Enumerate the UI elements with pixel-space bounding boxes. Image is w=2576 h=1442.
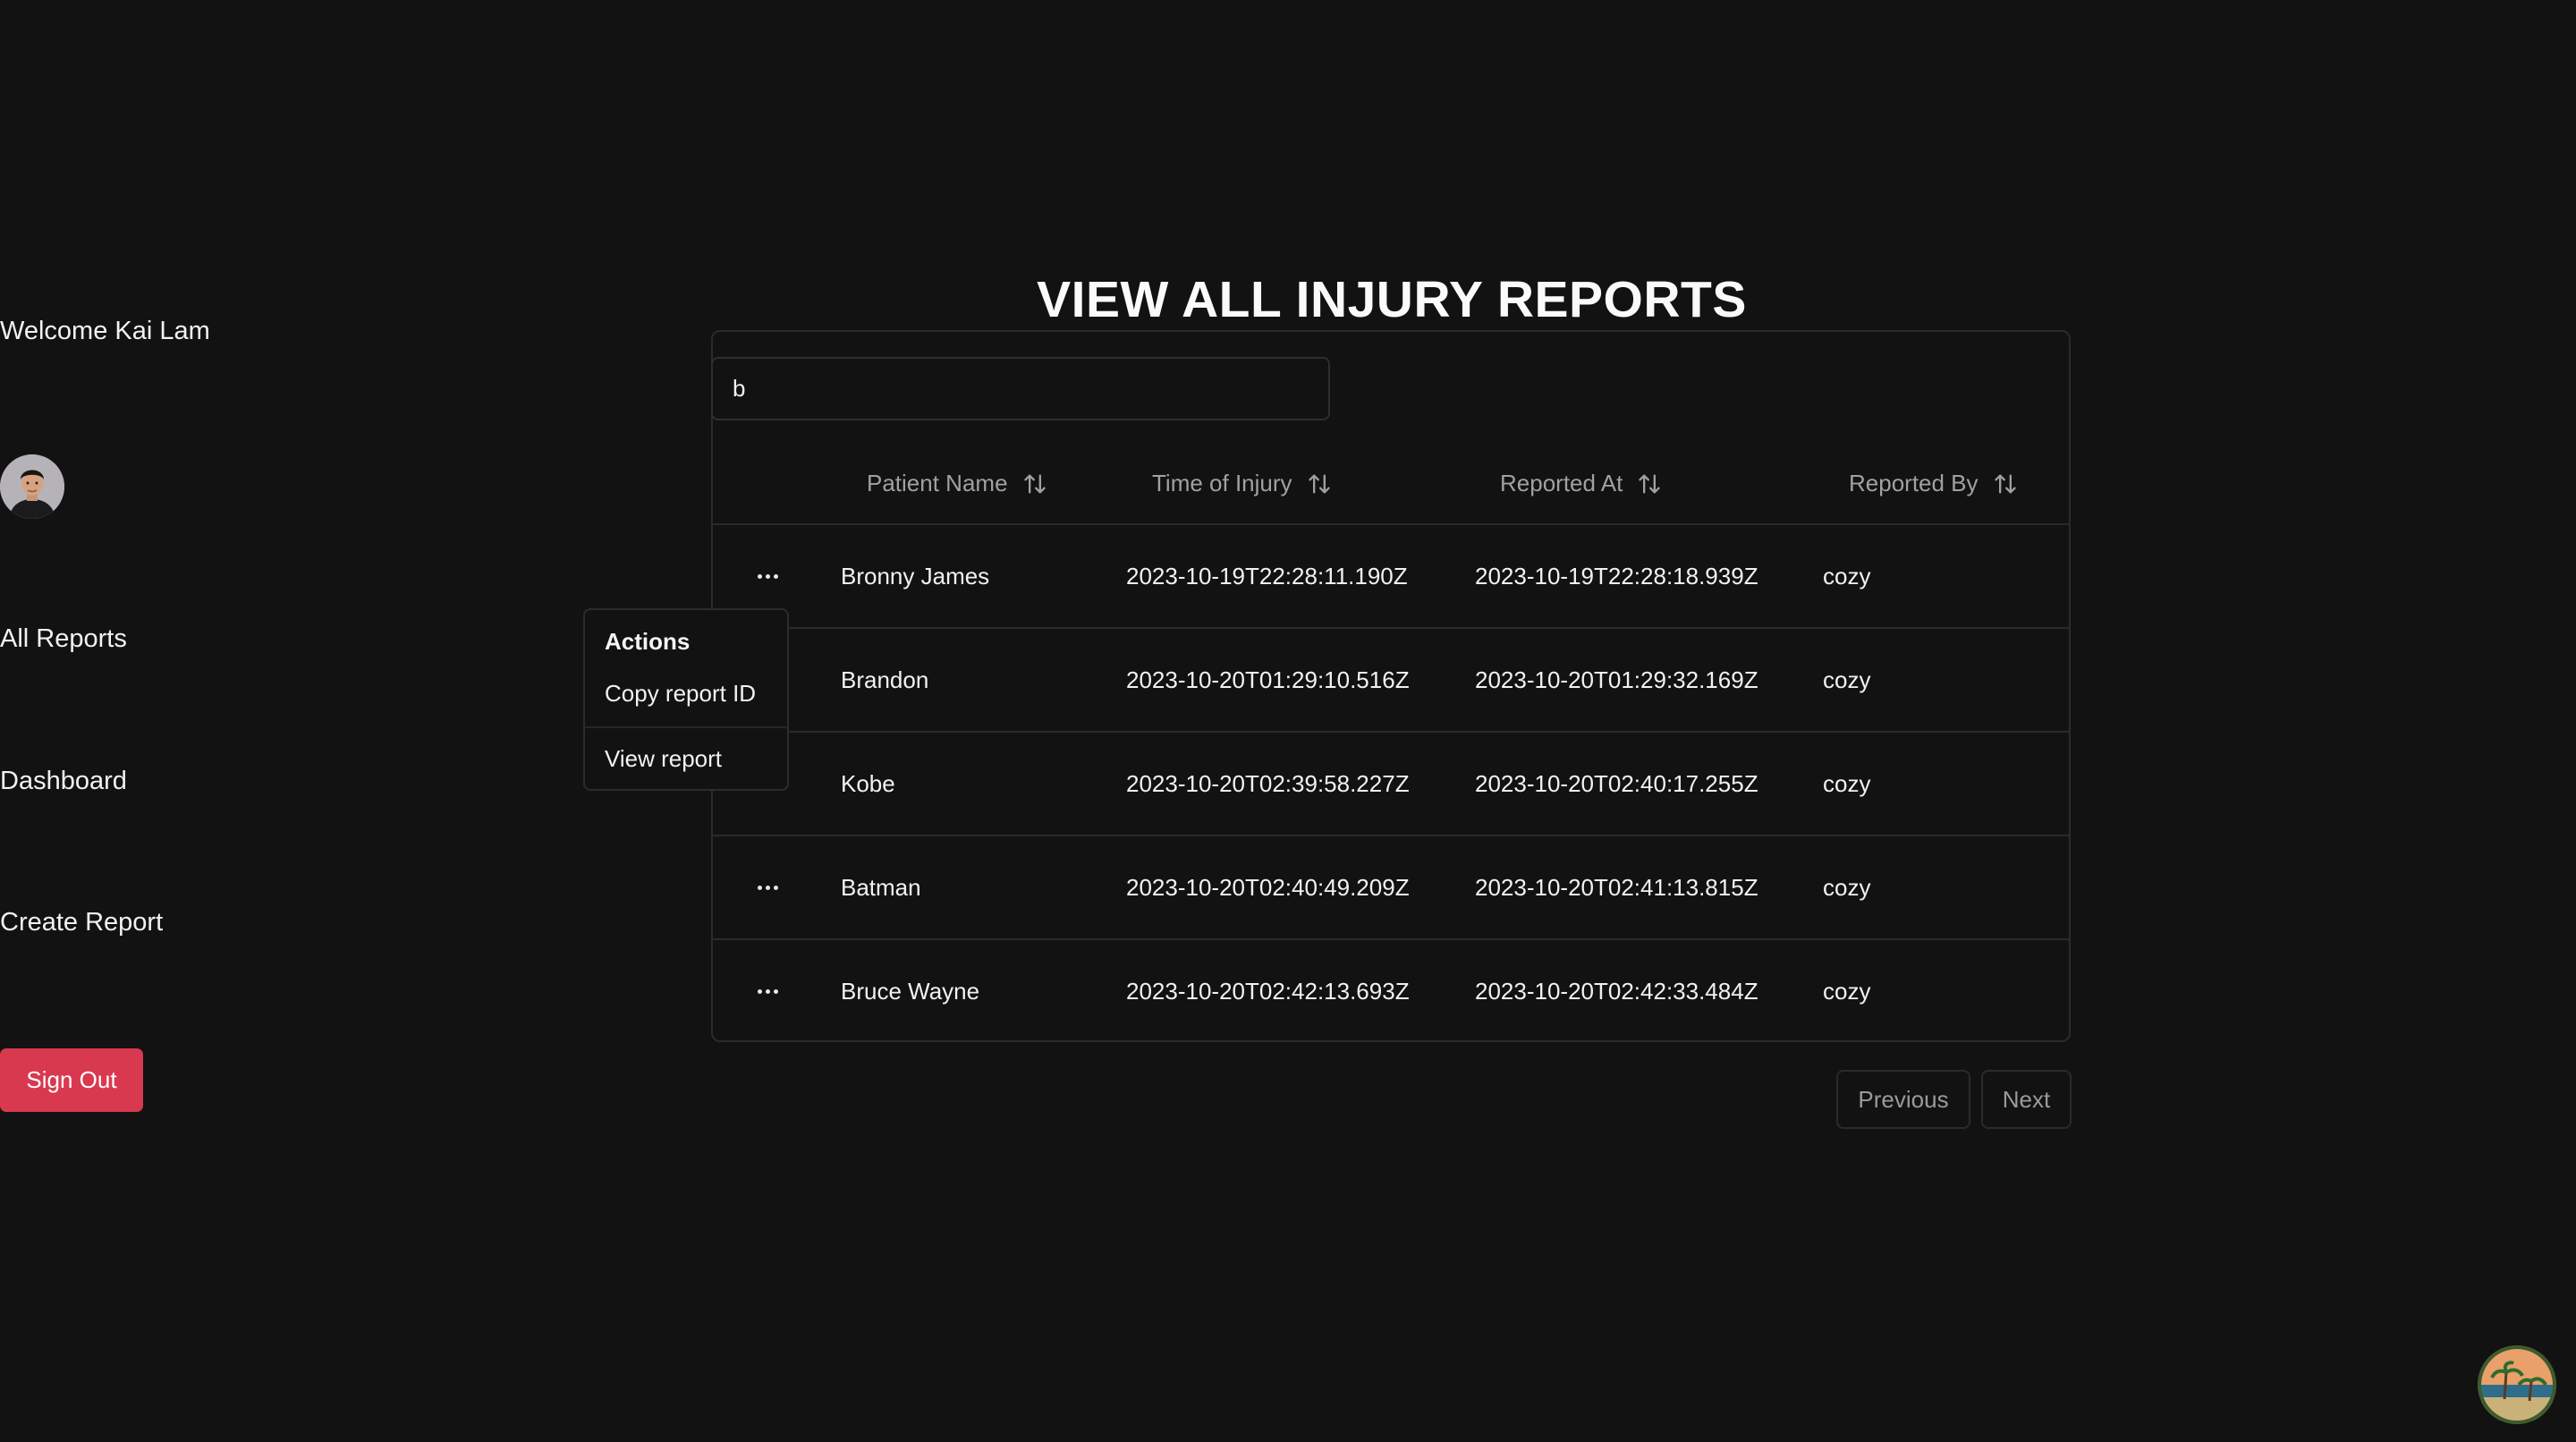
cell-time-of-injury: 2023-10-20T02:42:13.693Z (1126, 978, 1410, 1005)
corner-avatar-icon[interactable] (2478, 1345, 2556, 1424)
nav-create-report[interactable]: Create Report (0, 908, 163, 937)
cell-reported-at: 2023-10-20T01:29:32.169Z (1475, 666, 1758, 693)
table-row: Brandon 2023-10-20T01:29:10.516Z 2023-10… (713, 629, 2069, 731)
copy-report-id-item[interactable]: Copy report ID (605, 680, 756, 708)
table-row: Batman 2023-10-20T02:40:49.209Z 2023-10-… (713, 836, 2069, 938)
cell-reported-by: cozy (1823, 874, 1871, 901)
table-row: Bronny James 2023-10-19T22:28:11.190Z 20… (713, 525, 2069, 627)
cell-reported-at: 2023-10-20T02:40:17.255Z (1475, 770, 1758, 797)
column-header-time-of-injury[interactable]: Time of Injury (1152, 470, 1332, 497)
row-actions-ellipsis-icon[interactable] (748, 972, 787, 1010)
cell-patient-name: Batman (841, 874, 921, 901)
cell-reported-by: cozy (1823, 978, 1871, 1005)
sort-icon (1994, 474, 2016, 493)
row-actions-ellipsis-icon[interactable] (748, 557, 787, 595)
cell-reported-by: cozy (1823, 563, 1871, 590)
column-header-reported-by[interactable]: Reported By (1849, 470, 2018, 497)
nav-dashboard[interactable]: Dashboard (0, 767, 127, 796)
cell-reported-at: 2023-10-19T22:28:18.939Z (1475, 563, 1758, 590)
sort-icon (1023, 474, 1046, 493)
cell-reported-at: 2023-10-20T02:42:33.484Z (1475, 978, 1758, 1005)
search-input[interactable] (711, 357, 1330, 420)
column-header-label: Reported At (1500, 470, 1623, 496)
view-report-item[interactable]: View report (605, 745, 722, 773)
row-actions-ellipsis-icon[interactable] (748, 869, 787, 906)
cell-time-of-injury: 2023-10-20T02:40:49.209Z (1126, 874, 1410, 901)
user-avatar[interactable] (0, 454, 64, 519)
actions-dropdown-menu: Actions Copy report ID View report (583, 608, 789, 791)
cell-patient-name: Bronny James (841, 563, 990, 590)
menu-separator (585, 726, 787, 728)
column-header-label: Time of Injury (1152, 470, 1292, 496)
next-page-button[interactable]: Next (1981, 1070, 2072, 1129)
cell-reported-at: 2023-10-20T02:41:13.815Z (1475, 874, 1758, 901)
actions-menu-title: Actions (605, 628, 691, 655)
sort-icon (1639, 474, 1660, 493)
cell-time-of-injury: 2023-10-20T01:29:10.516Z (1126, 666, 1410, 693)
cell-patient-name: Bruce Wayne (841, 978, 980, 1005)
column-header-reported-at[interactable]: Reported At (1500, 470, 1662, 497)
cell-reported-by: cozy (1823, 666, 1871, 693)
cell-time-of-injury: 2023-10-20T02:39:58.227Z (1126, 770, 1410, 797)
cell-patient-name: Kobe (841, 770, 895, 797)
sort-icon (1308, 474, 1330, 493)
nav-all-reports[interactable]: All Reports (0, 624, 127, 654)
cell-patient-name: Brandon (841, 666, 929, 693)
cell-time-of-injury: 2023-10-19T22:28:11.190Z (1126, 563, 1408, 590)
column-header-label: Reported By (1849, 470, 1979, 496)
table-row: Bruce Wayne 2023-10-20T02:42:13.693Z 202… (713, 940, 2069, 1042)
page-title: VIEW ALL INJURY REPORTS (1037, 271, 1747, 328)
cell-reported-by: cozy (1823, 770, 1871, 797)
column-header-label: Patient Name (867, 470, 1008, 496)
sign-out-button[interactable]: Sign Out (0, 1048, 143, 1112)
column-header-patient-name[interactable]: Patient Name (867, 470, 1047, 497)
table-row: Kobe 2023-10-20T02:39:58.227Z 2023-10-20… (713, 733, 2069, 835)
previous-page-button[interactable]: Previous (1836, 1070, 1970, 1129)
